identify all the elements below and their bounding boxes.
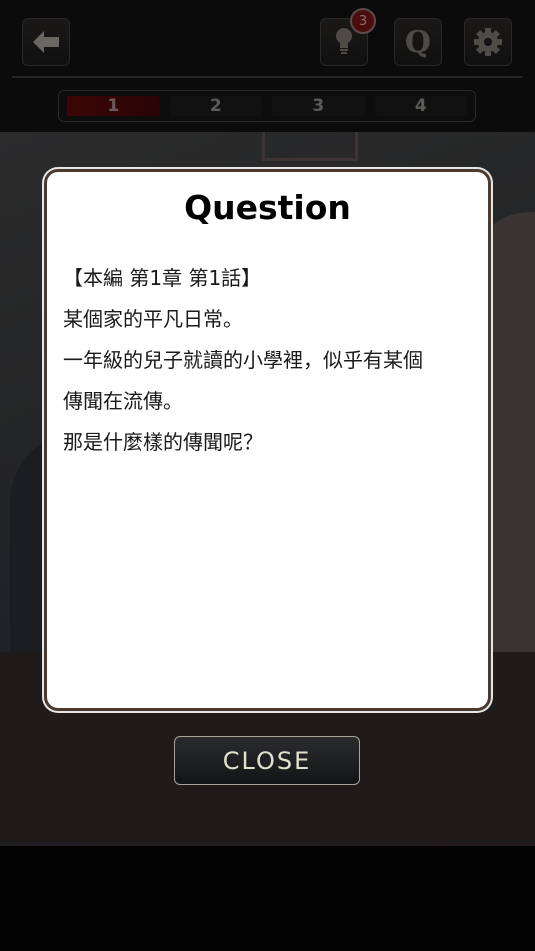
picture-frame [262,132,358,161]
tab-2[interactable]: 2 [169,96,262,116]
dialog-line: 【本編 第1章 第1話】 [63,266,262,290]
dialog-line: 一年級的兒子就讀的小學裡，似乎有某個 [63,348,423,372]
question-button[interactable]: Q [394,18,442,66]
top-bar: 3 Q 1 2 3 4 [0,0,535,132]
lightbulb-icon [336,28,352,54]
question-dialog: Question 【本編 第1章 第1話】 某個家的平凡日常。 一年級的兒子就讀… [44,169,491,711]
settings-button[interactable] [464,18,512,66]
back-button[interactable] [22,18,70,66]
question-button-label: Q [404,24,432,60]
close-button[interactable]: CLOSE [174,736,360,785]
dialog-line: 某個家的平凡日常。 [63,307,243,331]
tab-3[interactable]: 3 [272,96,365,116]
hint-count-badge: 3 [350,8,376,34]
gear-icon [474,28,502,56]
dialog-body: 【本編 第1章 第1話】 某個家的平凡日常。 一年級的兒子就讀的小學裡，似乎有某… [63,258,475,463]
tab-4[interactable]: 4 [374,96,467,116]
dialog-line: 那是什麼樣的傳聞呢？ [63,430,263,454]
tab-1[interactable]: 1 [67,96,160,116]
header-divider [12,76,523,78]
dialog-line: 傳聞在流傳。 [63,389,183,413]
arrow-left-icon [33,31,59,53]
dialog-title: Question [184,188,351,227]
chapter-tabs: 1 2 3 4 [58,90,476,122]
